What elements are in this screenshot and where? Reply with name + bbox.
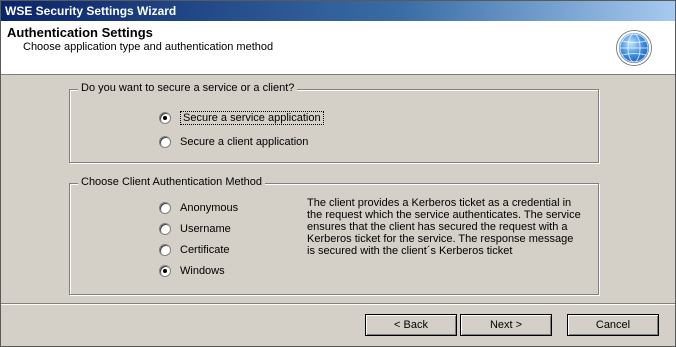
radio-certificate[interactable]: Certificate [159, 244, 230, 256]
radio-username[interactable]: Username [159, 223, 231, 235]
radio-button-checked[interactable] [159, 265, 171, 277]
radio-label: Anonymous [180, 202, 239, 214]
window-title: WSE Security Settings Wizard [5, 4, 177, 18]
radio-label: Secure a service application [180, 111, 324, 125]
radio-secure-service[interactable]: Secure a service application [159, 111, 324, 125]
radio-label: Secure a client application [180, 136, 309, 148]
radio-label: Username [180, 223, 231, 235]
radio-button[interactable] [159, 136, 171, 148]
page-title: Authentication Settings [7, 25, 153, 40]
cancel-button[interactable]: Cancel [567, 314, 659, 336]
radio-label: Windows [180, 265, 225, 277]
auth-method-description: The client provides a Kerberos ticket as… [307, 197, 581, 257]
globe-icon [617, 31, 651, 65]
radio-button[interactable] [159, 244, 171, 256]
radio-label: Certificate [180, 244, 230, 256]
radio-anonymous[interactable]: Anonymous [159, 202, 238, 214]
wizard-header: Authentication Settings Choose applicati… [1, 21, 675, 75]
footer-separator [1, 303, 675, 305]
radio-windows[interactable]: Windows [159, 265, 225, 277]
secure-type-legend: Do you want to secure a service or a cli… [78, 82, 298, 94]
page-subtitle: Choose application type and authenticati… [23, 41, 274, 53]
radio-button[interactable] [159, 223, 171, 235]
wizard-window: WSE Security Settings Wizard Authenticat… [0, 0, 676, 347]
secure-type-group: Do you want to secure a service or a cli… [69, 82, 599, 163]
radio-secure-client[interactable]: Secure a client application [159, 136, 308, 148]
auth-method-legend: Choose Client Authentication Method [78, 176, 266, 188]
back-button[interactable]: < Back [365, 314, 457, 336]
radio-button-checked[interactable] [159, 112, 171, 124]
next-button[interactable]: Next > [460, 314, 552, 336]
title-bar[interactable]: WSE Security Settings Wizard [1, 1, 675, 21]
radio-button[interactable] [159, 202, 171, 214]
